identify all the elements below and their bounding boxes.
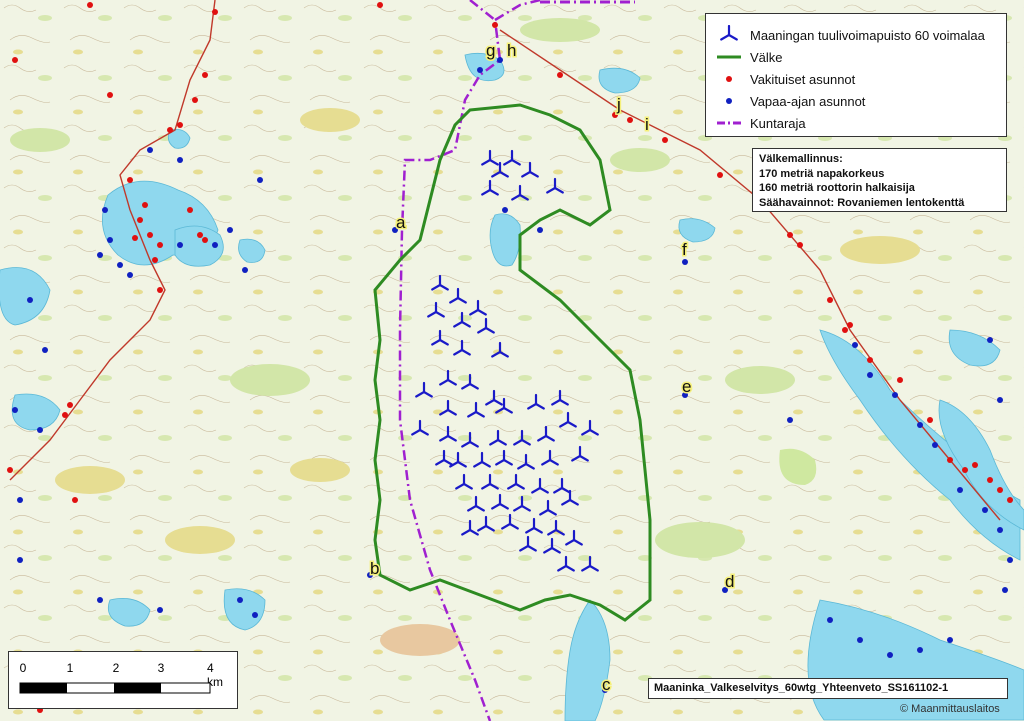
document-id: Maaninka_Valkeselvitys_60wtg_Yhteenveto_…	[648, 678, 1008, 699]
point-label-h: h	[507, 41, 516, 60]
copyright-notice: © Maanmittauslaitos	[900, 703, 1000, 715]
point-label-i: i	[645, 115, 649, 134]
point-label-g: g	[486, 41, 495, 60]
scale-tick: 1	[66, 661, 74, 675]
point-label-d: d	[725, 572, 734, 591]
scale-bar: 0 1 2 3 4 km	[8, 651, 238, 709]
point-label-c: c	[602, 675, 611, 694]
model-info-hub-height: 170 metriä napakorkeus	[759, 167, 885, 180]
point-label-a: a	[396, 213, 406, 232]
dot-icon	[714, 91, 744, 111]
point-label-e: e	[682, 377, 691, 396]
legend-permanent-label: Vakituiset asunnot	[750, 71, 856, 87]
point-label-j: j	[616, 95, 621, 114]
legend-row-flicker: Välke	[714, 47, 783, 67]
turbine-icon	[714, 25, 744, 45]
line-icon	[714, 113, 744, 133]
legend-row-border: Kuntaraja	[714, 113, 806, 133]
model-info-title: Välkemallinnus:	[759, 153, 843, 165]
model-info-weather: Säähavainnot: Rovaniemen lentokenttä	[759, 196, 965, 209]
scale-bar-graphic	[19, 682, 211, 694]
scale-tick: 0	[19, 661, 27, 675]
line-icon	[714, 47, 744, 67]
legend-border-label: Kuntaraja	[750, 115, 806, 131]
scale-tick: 3	[157, 661, 165, 675]
point-label-b: b	[370, 559, 379, 578]
legend-holiday-label: Vapaa-ajan asunnot	[750, 93, 866, 109]
point-label-f: f	[682, 240, 687, 259]
legend-turbines-label: Maaningan tuulivoimapuisto 60 voimalaa	[750, 27, 985, 43]
dot-icon	[714, 69, 744, 89]
legend-flicker-label: Välke	[750, 49, 783, 65]
model-info-rotor: 160 metriä roottorin halkaisija	[759, 182, 915, 194]
legend-row-holiday: Vapaa-ajan asunnot	[714, 91, 865, 111]
legend-row-turbines: Maaningan tuulivoimapuisto 60 voimalaa	[714, 25, 985, 45]
model-info-box: Välkemallinnus: 170 metriä napakorkeus 1…	[752, 148, 1007, 212]
scale-tick: 2	[112, 661, 120, 675]
legend-row-permanent: Vakituiset asunnot	[714, 69, 855, 89]
map-legend: Maaningan tuulivoimapuisto 60 voimalaa V…	[705, 13, 1007, 137]
